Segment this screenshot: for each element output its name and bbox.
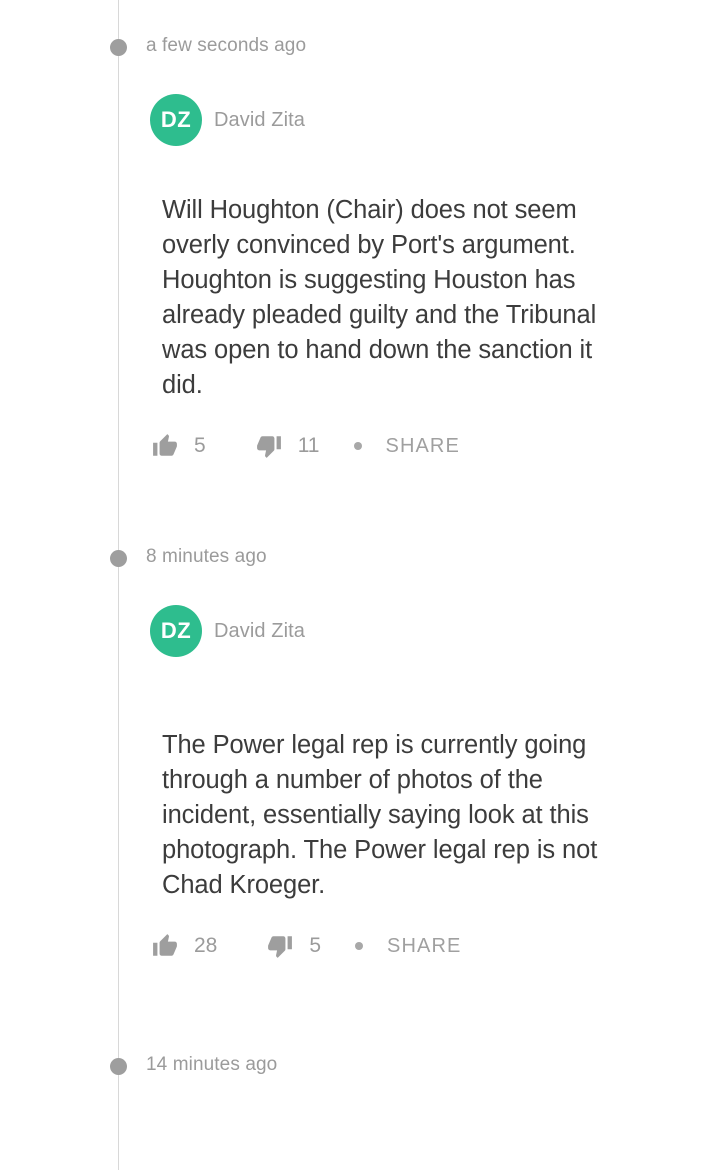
- avatar-initials: DZ: [160, 618, 192, 643]
- dislike-count: 5: [309, 934, 322, 957]
- comment-timestamp-row: 8 minutes ago: [0, 543, 720, 581]
- timeline-dot-icon: [110, 1058, 127, 1075]
- thumb-up-icon[interactable]: [150, 431, 180, 461]
- comment-body: The Power legal rep is currently going t…: [162, 731, 598, 899]
- comment-feed: a few seconds ago DZ David Zita Will Hou…: [0, 0, 720, 1089]
- comment-body: Will Houghton (Chair) does not seem over…: [162, 196, 597, 399]
- comment-timestamp: 14 minutes ago: [146, 1054, 278, 1075]
- comment-actions: 5 11 SHARE: [0, 423, 720, 469]
- separator-dot-icon: [353, 442, 362, 450]
- like-group[interactable]: 5: [150, 431, 206, 461]
- separator-dot-icon: [355, 942, 364, 950]
- comment-timestamp-row: a few seconds ago: [0, 32, 720, 70]
- dislike-group[interactable]: 11: [254, 431, 320, 461]
- comment-author-row[interactable]: DZ David Zita: [0, 93, 720, 147]
- comment-timestamp: a few seconds ago: [146, 35, 307, 56]
- dislike-group[interactable]: 5: [265, 931, 321, 961]
- comment-timestamp-row: 14 minutes ago: [0, 1051, 720, 1089]
- like-count: 5: [194, 434, 206, 457]
- like-count: 28: [194, 934, 218, 957]
- avatar: DZ: [150, 605, 202, 657]
- like-group[interactable]: 28: [150, 931, 217, 961]
- comment-actions: 28 5 SHARE: [0, 923, 720, 969]
- avatar-initials: DZ: [160, 107, 192, 132]
- timeline-dot-icon: [110, 39, 127, 56]
- thumb-down-icon[interactable]: [254, 431, 284, 461]
- dislike-count: 11: [297, 434, 320, 457]
- avatar: DZ: [150, 94, 202, 146]
- comment-entry: a few seconds ago DZ David Zita Will Hou…: [0, 0, 720, 469]
- thumb-up-icon[interactable]: [150, 931, 180, 961]
- share-button[interactable]: SHARE: [387, 935, 461, 958]
- share-button[interactable]: SHARE: [386, 435, 460, 458]
- comment-entry: 14 minutes ago: [0, 969, 720, 1089]
- timeline-dot-icon: [110, 550, 127, 567]
- author-name: David Zita: [214, 108, 306, 131]
- comment-author-row[interactable]: DZ David Zita: [0, 604, 720, 658]
- thumb-down-icon[interactable]: [265, 931, 295, 961]
- comment-timestamp: 8 minutes ago: [146, 546, 267, 567]
- comment-entry: 8 minutes ago DZ David Zita The Power le…: [0, 469, 720, 969]
- author-name: David Zita: [214, 619, 306, 642]
